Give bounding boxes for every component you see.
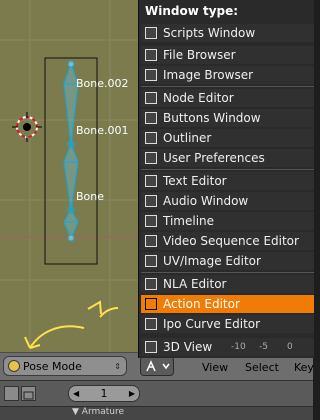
action-editor-icon [146,360,170,372]
menu-item-nla-editor[interactable]: NLA Editor [141,275,314,293]
menu-view[interactable]: View [202,361,228,374]
frame-increment-icon[interactable]: ▶ [129,386,135,401]
menu-item-3d-view[interactable]: 3D View -10 -5 0 [141,338,314,356]
menu-item-label: Video Sequence Editor [163,234,299,248]
armature-panel-label[interactable]: ▼ Armature [72,407,124,417]
menu-item-audio-window[interactable]: Audio Window [141,192,314,210]
window-type-button[interactable] [140,356,174,376]
annotation-arrows [24,300,119,349]
mode-select[interactable]: Pose Mode ⇕ [3,356,127,376]
bone-label-002: Bone.002 [76,77,129,90]
window-type-menu: Window type: Scripts Window File Browser I… [138,0,314,358]
3d-cursor-icon [12,112,42,142]
mode-select-value: Pose Mode [23,359,82,373]
menu-item-label: User Preferences [163,151,265,165]
timeline-tick-label: -5 [259,342,268,352]
menu-item-label: Action Editor [163,297,240,311]
menu-separator [141,272,314,273]
image-icon [23,391,34,400]
menu-item-label: Node Editor [163,91,234,105]
ipo-curve-editor-icon [145,318,157,330]
frame-number-field[interactable]: ◀ 1 ▶ [68,385,140,402]
mode-select-arrows-icon: ⇕ [114,361,121,371]
menu-item-image-browser[interactable]: Image Browser [141,66,314,84]
image-browser-icon [145,69,157,81]
menu-key[interactable]: Key [294,361,314,374]
menu-item-label: Buttons Window [163,111,261,125]
menu-item-node-editor[interactable]: Node Editor [141,89,314,107]
menu-item-label: Timeline [163,214,215,228]
buttons-window-icon [145,112,157,124]
menu-item-label: Outliner [163,131,212,145]
menu-item-user-preferences[interactable]: User Preferences [141,149,314,167]
buttons-header: ◀ 1 ▶ [0,380,313,407]
menu-item-uv-image-editor[interactable]: UV/Image Editor [141,252,314,270]
menu-separator [141,86,314,87]
menu-item-label: Image Browser [163,68,254,82]
menu-item-label: Scripts Window [163,26,256,40]
timeline-tick-label: 0 [287,342,293,352]
node-editor-icon [145,92,157,104]
menu-item-label: Ipo Curve Editor [163,317,261,331]
bone-label-001: Bone.001 [76,124,129,137]
menu-item-label: Audio Window [163,194,249,208]
menu-item-file-browser[interactable]: File Browser [141,46,314,64]
panel-toggle-button[interactable] [4,386,19,401]
video-sequence-icon [145,235,157,247]
menu-select[interactable]: Select [245,361,279,374]
menu-item-scripts[interactable]: Scripts Window [141,24,314,42]
menu-item-text-editor[interactable]: Text Editor [141,172,314,190]
menu-item-label: 3D View [163,340,213,354]
menu-item-video-sequence[interactable]: Video Sequence Editor [141,232,314,250]
nla-editor-icon [145,278,157,290]
menu-item-label: Text Editor [163,174,227,188]
action-editor-icon [145,298,157,310]
timeline-icon [145,215,157,227]
user-preferences-icon [145,152,157,164]
menu-item-buttons-window[interactable]: Buttons Window [141,109,314,127]
window-type-title: Window type: [145,4,239,18]
menu-separator [141,169,314,170]
panel-header-strip: ▼ Armature [0,406,313,420]
text-editor-icon [145,175,157,187]
outliner-icon [145,132,157,144]
timeline-tick-label: -10 [231,342,246,352]
frame-decrement-icon[interactable]: ◀ [73,386,79,401]
image-panel-button[interactable] [21,386,36,401]
uv-image-editor-icon [145,255,157,267]
menu-item-label: File Browser [163,48,236,62]
menu-item-timeline[interactable]: Timeline [141,212,314,230]
menu-item-outliner[interactable]: Outliner [141,129,314,147]
menu-item-action-editor[interactable]: Action Editor [141,295,314,313]
bone-label: Bone [76,190,105,203]
pose-mode-icon [8,360,20,372]
frame-number-value: 1 [100,387,108,400]
audio-window-icon [145,195,157,207]
menu-item-label: NLA Editor [163,277,227,291]
menu-item-label: UV/Image Editor [163,254,261,268]
scripts-icon [145,27,157,39]
file-browser-icon [145,49,157,61]
3d-view-icon [145,341,157,353]
menu-item-ipo-curve-editor[interactable]: Ipo Curve Editor [141,315,314,333]
